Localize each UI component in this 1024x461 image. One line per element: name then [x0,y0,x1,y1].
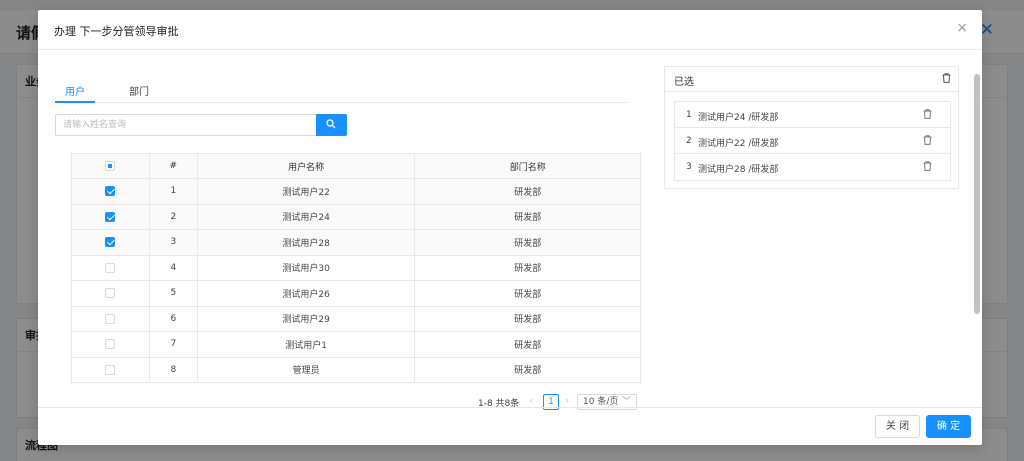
table-row[interactable]: 5 测试用户26 研发部 [71,280,641,307]
selected-panel: 已选 1 测试用户24 /研发部 2 测试用户22 /研发部 3 测试用户28 /研发部 [664,66,959,189]
remove-trash-icon[interactable] [923,135,932,148]
search-icon [326,119,336,129]
selected-item: 1 测试用户24 /研发部 [675,102,950,128]
column-header-index: # [149,153,198,179]
selected-panel-title: 已选 [674,77,694,88]
row-checkbox[interactable] [105,313,116,324]
modal-body: 用户 部门 # 用户名称 部门名称 1测试用户22研发部2测试用户24研发部3 [38,51,982,410]
row-checkbox-cell [71,280,150,307]
search-input[interactable] [55,114,316,136]
table-header-row: # 用户名称 部门名称 [71,153,641,179]
prev-page-icon[interactable]: ‹ [529,394,533,407]
selected-list: 1 测试用户24 /研发部 2 测试用户22 /研发部 3 测试用户28 /研发部 [674,101,951,181]
row-username: 测试用户30 [197,255,416,281]
remove-trash-icon[interactable] [923,109,932,122]
row-checkbox-cell [71,229,150,256]
handle-dialog: 办理 下一步分管领导审批 × 用户 部门 # 用户名称 部门名称 [38,10,982,445]
row-department: 研发部 [414,306,641,332]
close-icon[interactable]: × [956,20,968,36]
tab-users[interactable]: 用户 [65,83,85,98]
table-row[interactable]: 6 测试用户29 研发部 [71,306,641,332]
tab-bar: 用户 部门 [55,77,627,103]
tab-ink-bar [55,101,95,103]
row-checkbox[interactable] [105,288,116,298]
selected-item-label: 测试用户24 /研发部 [698,113,779,123]
column-header-username: 用户名称 [197,153,416,179]
table-row[interactable]: 3 测试用户28 研发部 [71,229,641,256]
clear-all-trash-icon[interactable] [942,73,951,86]
row-department: 研发部 [414,204,641,230]
row-checkbox-cell [71,357,150,383]
row-department: 研发部 [414,255,641,281]
row-checkbox-cell [71,204,150,230]
row-index: 8 [149,357,198,383]
row-checkbox[interactable] [105,186,116,196]
row-username: 测试用户26 [197,280,416,307]
modal-title: 办理 下一步分管领导审批 [54,25,179,38]
row-checkbox[interactable] [105,211,116,222]
row-checkbox[interactable] [105,364,116,375]
table-row[interactable]: 8 管理员 研发部 [71,357,641,383]
selected-item: 2 测试用户22 /研发部 [675,128,950,154]
modal-header: 办理 下一步分管领导审批 × [38,10,982,50]
selected-item-number: 2 [686,136,692,146]
row-index: 6 [149,306,198,332]
table-row[interactable]: 1 测试用户22 研发部 [71,178,641,205]
row-department: 研发部 [414,331,641,358]
confirm-button[interactable]: 确 定 [926,415,971,438]
scrollbar-thumb[interactable] [974,74,980,314]
row-checkbox-cell [71,255,150,281]
row-checkbox[interactable] [105,339,116,349]
row-username: 测试用户29 [197,306,416,332]
row-checkbox[interactable] [105,237,116,247]
row-department: 研发部 [414,178,641,205]
user-table: # 用户名称 部门名称 1 测试用户22 研发部 2 测试用户24 研发部 3 测试用户28 研… [71,153,641,383]
selected-item-number: 3 [686,162,692,172]
table-row[interactable]: 7 测试用户1 研发部 [71,331,641,358]
table-row[interactable]: 2 测试用户24 研发部 [71,204,641,230]
select-all-cell [71,153,150,179]
row-checkbox[interactable] [105,262,116,273]
row-department: 研发部 [414,229,641,256]
row-index: 2 [149,204,198,230]
tab-departments[interactable]: 部门 [129,83,149,98]
row-department: 研发部 [414,280,641,307]
row-username: 测试用户24 [197,204,416,230]
row-checkbox-cell [71,331,150,358]
row-checkbox-cell [71,178,150,205]
column-header-department: 部门名称 [414,153,641,179]
row-index: 1 [149,178,198,205]
selected-item-label: 测试用户22 /研发部 [698,139,779,149]
next-page-icon[interactable]: › [565,394,569,407]
selected-item-label: 测试用户28 /研发部 [698,165,779,175]
search-button[interactable] [316,114,347,136]
row-index: 4 [149,255,198,281]
row-username: 测试用户22 [197,178,416,205]
row-index: 3 [149,229,198,256]
selected-item-number: 1 [686,110,692,120]
table-row[interactable]: 4 测试用户30 研发部 [71,255,641,281]
row-username: 管理员 [197,357,416,383]
row-index: 5 [149,280,198,307]
row-department: 研发部 [414,357,641,383]
selected-panel-header: 已选 [665,67,958,92]
select-all-checkbox[interactable] [105,160,116,171]
row-index: 7 [149,331,198,358]
close-button[interactable]: 关 闭 [875,415,920,438]
row-username: 测试用户1 [197,331,416,358]
page-size-value: 10 条/页 [583,397,619,407]
selected-item: 3 测试用户28 /研发部 [675,154,950,180]
remove-trash-icon[interactable] [923,161,932,174]
scrollbar[interactable] [974,54,980,404]
row-username: 测试用户28 [197,229,416,256]
modal-footer: 关 闭 确 定 [38,407,982,445]
row-checkbox-cell [71,306,150,332]
